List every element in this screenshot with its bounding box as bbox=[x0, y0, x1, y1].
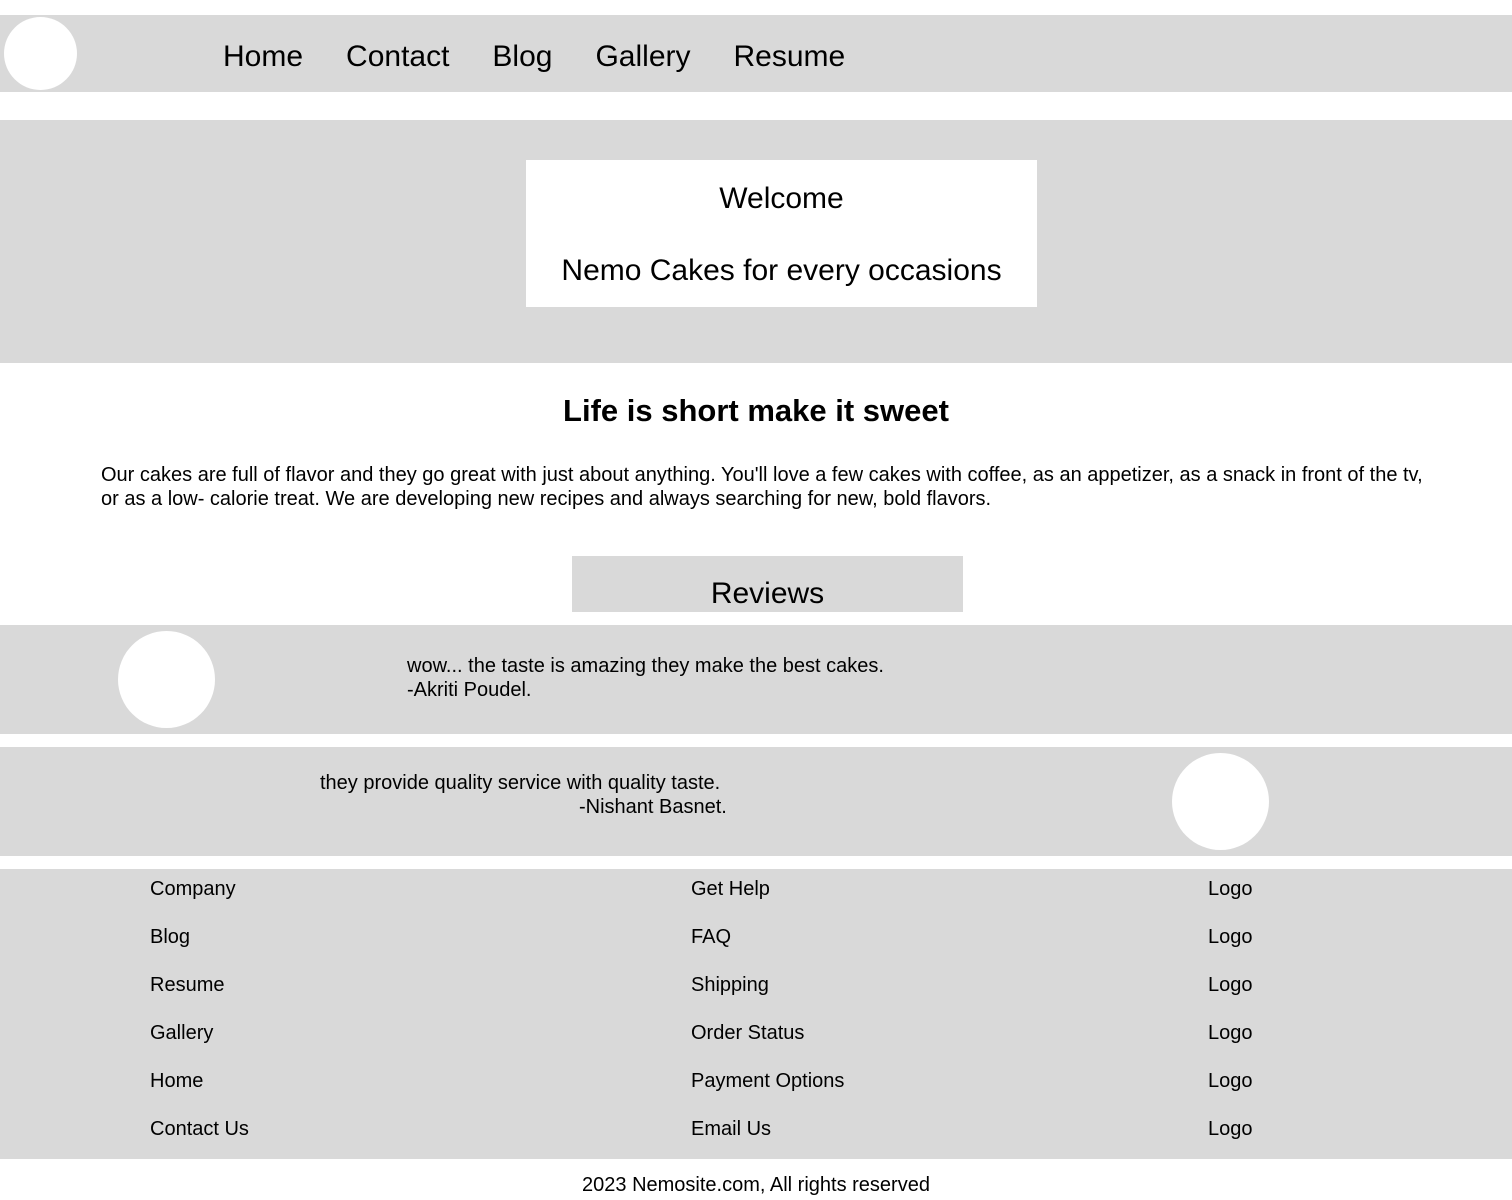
footer-logo-link[interactable]: Logo bbox=[1208, 1069, 1253, 1117]
hero-banner: Welcome Nemo Cakes for every occasions bbox=[0, 120, 1512, 363]
footer-link-blog[interactable]: Blog bbox=[150, 925, 249, 973]
footer-logo-link[interactable]: Logo bbox=[1208, 973, 1253, 1021]
hero-tagline: Nemo Cakes for every occasions bbox=[561, 254, 1002, 287]
review-author: -Nishant Basnet. bbox=[579, 796, 727, 818]
hero-welcome: Welcome bbox=[719, 182, 844, 215]
reviews-heading: Reviews bbox=[572, 556, 963, 612]
reviewer-avatar bbox=[118, 631, 215, 728]
footer-link-contact-us[interactable]: Contact Us bbox=[150, 1117, 249, 1165]
footer-logo-link[interactable]: Logo bbox=[1208, 1021, 1253, 1069]
nav-contact[interactable]: Contact bbox=[346, 36, 449, 72]
review-card: wow... the taste is amazing they make th… bbox=[0, 625, 1512, 734]
nav-gallery[interactable]: Gallery bbox=[595, 36, 690, 72]
footer-column-company: Company Blog Resume Gallery Home Contact… bbox=[150, 877, 249, 1165]
nav-home[interactable]: Home bbox=[223, 36, 303, 72]
main-nav: Home Contact Blog Gallery Resume bbox=[223, 15, 888, 92]
site-header: Home Contact Blog Gallery Resume bbox=[0, 15, 1512, 92]
site-logo[interactable] bbox=[4, 17, 77, 90]
footer-column-help: Get Help FAQ Shipping Order Status Payme… bbox=[691, 877, 844, 1165]
footer-logo-link[interactable]: Logo bbox=[1208, 1117, 1253, 1165]
footer-column-logos: Logo Logo Logo Logo Logo Logo bbox=[1208, 877, 1253, 1165]
footer-link-email-us[interactable]: Email Us bbox=[691, 1117, 844, 1165]
footer-link-resume[interactable]: Resume bbox=[150, 973, 249, 1021]
review-quote: they provide quality service with qualit… bbox=[320, 772, 721, 794]
review-author: -Akriti Poudel. bbox=[407, 679, 532, 701]
intro-text: Our cakes are full of flavor and they go… bbox=[101, 464, 1423, 510]
footer-link-get-help[interactable]: Get Help bbox=[691, 877, 844, 925]
intro-title: Life is short make it sweet bbox=[563, 393, 949, 428]
footer-logo-link[interactable]: Logo bbox=[1208, 877, 1253, 925]
copyright-text: 2023 Nemosite.com, All rights reserved bbox=[582, 1174, 930, 1196]
footer-link-gallery[interactable]: Gallery bbox=[150, 1021, 249, 1069]
page: Home Contact Blog Gallery Resume Welcome… bbox=[0, 0, 1512, 1200]
nav-blog[interactable]: Blog bbox=[492, 36, 552, 72]
review-quote: wow... the taste is amazing they make th… bbox=[407, 655, 884, 677]
footer-link-faq[interactable]: FAQ bbox=[691, 925, 844, 973]
site-footer: Company Blog Resume Gallery Home Contact… bbox=[0, 869, 1512, 1159]
footer-logo-link[interactable]: Logo bbox=[1208, 925, 1253, 973]
footer-link-order-status[interactable]: Order Status bbox=[691, 1021, 844, 1069]
hero-box: Welcome Nemo Cakes for every occasions bbox=[526, 160, 1037, 307]
reviews-heading-label: Reviews bbox=[710, 577, 825, 610]
nav-resume[interactable]: Resume bbox=[734, 36, 846, 72]
footer-link-shipping[interactable]: Shipping bbox=[691, 973, 844, 1021]
footer-link-company[interactable]: Company bbox=[150, 877, 249, 925]
review-card: they provide quality service with qualit… bbox=[0, 747, 1512, 856]
footer-link-home[interactable]: Home bbox=[150, 1069, 249, 1117]
footer-link-payment-options[interactable]: Payment Options bbox=[691, 1069, 844, 1117]
reviewer-avatar bbox=[1172, 753, 1269, 850]
